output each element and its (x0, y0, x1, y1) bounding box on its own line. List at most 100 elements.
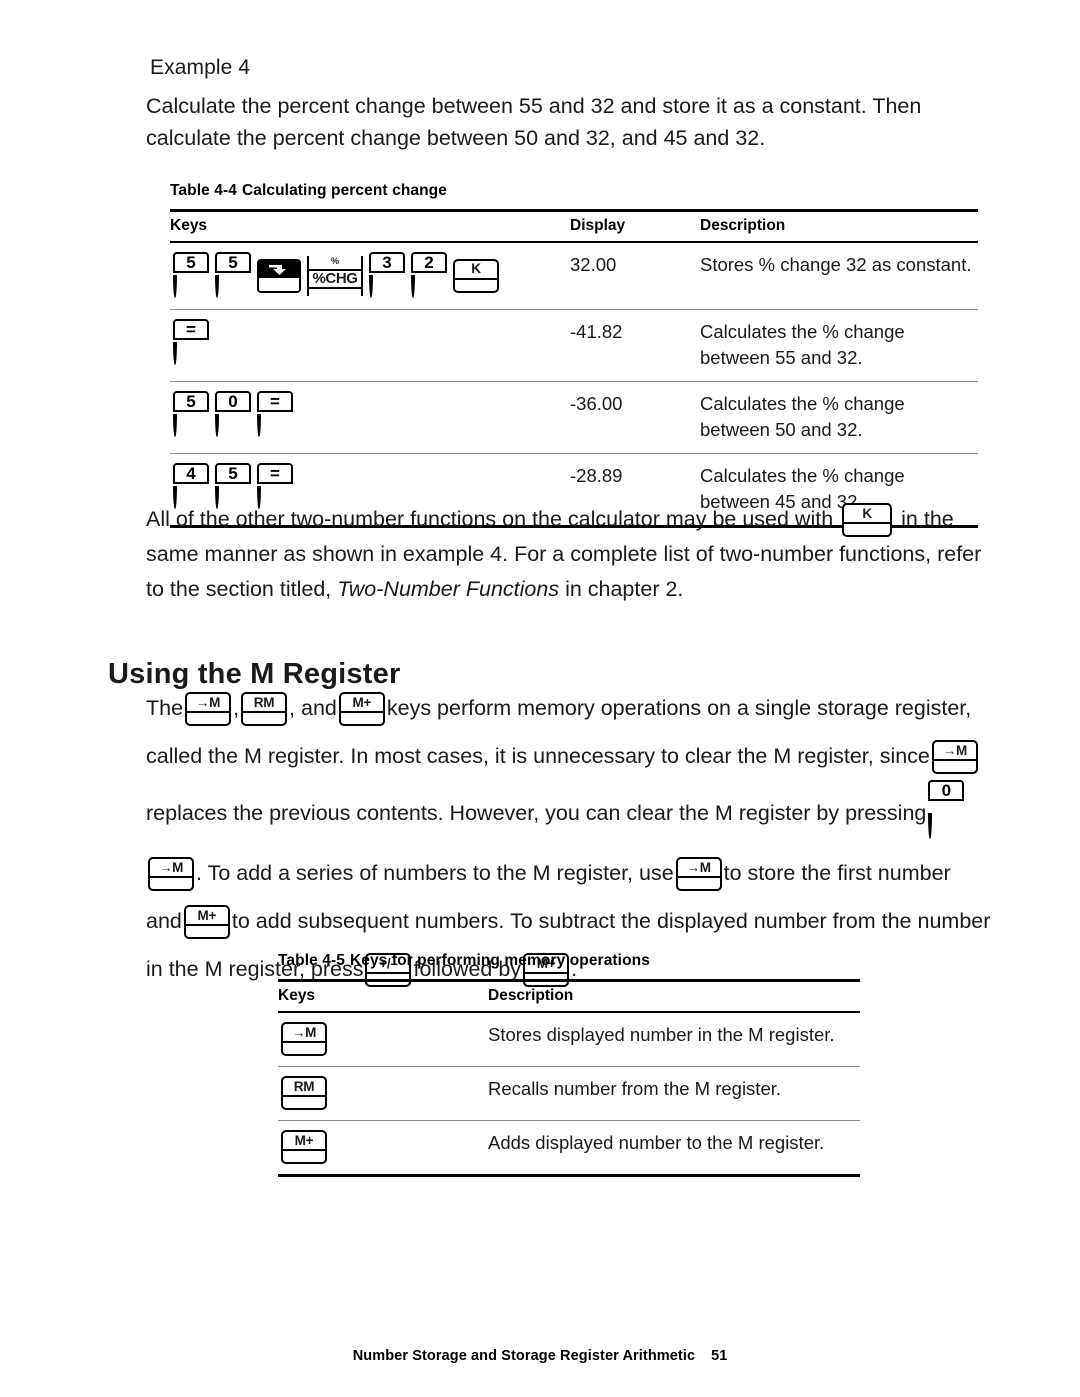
m-para-s4: . (196, 861, 202, 885)
example-paragraph: Calculate the percent change between 55 … (146, 94, 922, 150)
key-base (259, 277, 299, 291)
key-store-m[interactable]: →M (148, 857, 194, 892)
key-rm-label: RM (283, 1078, 325, 1097)
key-5-label: 5 (173, 252, 209, 273)
table-row: = -41.82 Calculates the % change between… (170, 309, 978, 382)
key-base (173, 275, 177, 298)
table-4-4-row2-description: Calculates the % change between 50 and 3… (700, 381, 978, 454)
table-4-4-row0-description: Stores % change 32 as constant. (700, 242, 978, 310)
footer-title: Number Storage and Storage Register Arit… (352, 1348, 696, 1364)
key-pct-chg[interactable]: % %CHG (307, 255, 363, 296)
key-store-m-label: →M (150, 859, 192, 879)
key-m-plus[interactable]: M+ (183, 905, 230, 940)
key-base (369, 275, 373, 298)
table-4-4: Keys Display Description 5 5% %CHG 3 2 K 32.0… (170, 209, 978, 525)
table-4-4-row2-display: -36.00 (570, 381, 700, 454)
key-base (928, 813, 933, 839)
key-m-plus[interactable]: M+ (338, 692, 385, 727)
key-m-plus-frame: M+ (183, 905, 230, 940)
footer-page-number: 51 (711, 1348, 728, 1364)
key-k[interactable]: K (842, 503, 893, 538)
table-4-5-row0-keys: →M (278, 1012, 488, 1067)
key-store-m[interactable]: →M (675, 857, 722, 892)
key-store-m[interactable]: →M (931, 740, 978, 775)
key-4-label: 4 (173, 463, 209, 484)
k-paragraph-part1: All of the other two-number functions on… (146, 507, 834, 531)
key-store-m-frame: →M (931, 740, 978, 775)
key-base (341, 713, 383, 724)
key-store-m-frame: →M (148, 857, 194, 892)
table-4-5-block: Table 4-5 Keys for performing memory oper… (278, 952, 860, 1177)
table-4-5-col-description: Description (488, 979, 860, 1013)
key-shift[interactable] (257, 258, 301, 293)
key-m-plus-label: M+ (185, 907, 228, 927)
table-row: 5 0 = -36.00 Calculates the % change betwe… (170, 381, 978, 454)
table-4-4-caption: Table 4-4 Calculating percent change (170, 182, 978, 200)
key-k[interactable]: K (453, 258, 499, 293)
key-m-plus-label: M+ (340, 694, 383, 714)
table-4-4-col-description: Description (700, 209, 978, 243)
key-store-m-label: →M (187, 694, 230, 714)
key-m-plus[interactable]: M+ (281, 1130, 327, 1164)
key-5-label: 5 (215, 252, 251, 273)
key-base (150, 878, 192, 889)
table-4-5-bottom-rule (278, 1174, 860, 1177)
key-m-plus-frame: M+ (281, 1130, 327, 1164)
m-para-sep2: , and (289, 696, 337, 720)
table-row: RM Recalls number from the M register. (278, 1066, 860, 1121)
table-4-4-row0-display: 32.00 (570, 242, 700, 310)
key-base (283, 1097, 325, 1108)
key-equals-label: = (257, 463, 293, 484)
key-2-label: 2 (411, 252, 447, 273)
key-rm-frame: RM (241, 692, 288, 727)
key-base (257, 414, 261, 437)
key-base (283, 1151, 325, 1162)
table-4-4-caption-title: Calculating percent change (241, 182, 447, 199)
key-rm[interactable]: RM (241, 692, 288, 727)
m-register-paragraph: The →M, RM, and M+ keys perform memory opera… (146, 684, 992, 993)
key-rm-label: RM (243, 694, 286, 714)
key-store-m[interactable]: →M (185, 692, 232, 727)
table-4-5-row0-description: Stores displayed number in the M registe… (488, 1012, 860, 1067)
key-5-label: 5 (215, 463, 251, 484)
page-footer: Number Storage and Storage Register Arit… (0, 1348, 1080, 1364)
table-4-4-row1-display: -41.82 (570, 309, 700, 382)
table-4-4-col-keys: Keys (170, 209, 570, 243)
key-5[interactable]: 5 (173, 252, 209, 299)
key-5[interactable]: 5 (173, 391, 209, 438)
table-row: 5 5 % %CHG 3 2 K 32.00 Stores % change 32 as c… (170, 242, 978, 310)
table-row: →M Stores displayed number in the M regi… (278, 1012, 860, 1067)
key-rm[interactable]: RM (281, 1076, 327, 1110)
key-k-label: K (844, 505, 891, 525)
key-store-m[interactable]: →M (281, 1022, 327, 1056)
key-0[interactable]: 0 (928, 780, 965, 849)
table-4-5-row2-keys: M+ (278, 1121, 488, 1175)
m-para-s5: To add a series of numbers to the M regi… (207, 861, 674, 885)
key-pct-chg-label: %CHG (307, 268, 363, 289)
key-m-plus-label: M+ (283, 1132, 325, 1151)
table-row: M+ Adds displayed number to the M regist… (278, 1121, 860, 1175)
document-page: Example 4 Calculate the percent change b… (0, 0, 1080, 1397)
key-equals[interactable]: = (173, 319, 209, 366)
key-store-m-label: →M (933, 742, 976, 762)
key-0[interactable]: 0 (215, 391, 251, 438)
table-4-4-row2-keys: 5 0 = (170, 381, 570, 454)
key-k-label: K (455, 261, 497, 280)
key-equals[interactable]: = (257, 391, 293, 438)
key-0-label: 0 (928, 780, 965, 801)
key-base (283, 1043, 325, 1054)
shift-down-arrow-icon (259, 260, 299, 278)
key-k-frame: K (453, 258, 499, 293)
key-base (173, 414, 177, 437)
table-4-5-header-row: Keys Description (278, 979, 860, 1013)
key-5[interactable]: 5 (215, 252, 251, 299)
key-3[interactable]: 3 (369, 252, 405, 299)
key-5-label: 5 (173, 391, 209, 412)
key-2[interactable]: 2 (411, 252, 447, 299)
key-store-m-frame: →M (281, 1022, 327, 1056)
k-paragraph-italic-title: Two-Number Functions (337, 577, 560, 602)
key-equals-label: = (257, 391, 293, 412)
table-4-4-caption-number: Table 4-4 (170, 182, 237, 199)
table-4-4-header-row: Keys Display Description (170, 209, 978, 243)
key-base (678, 878, 720, 889)
